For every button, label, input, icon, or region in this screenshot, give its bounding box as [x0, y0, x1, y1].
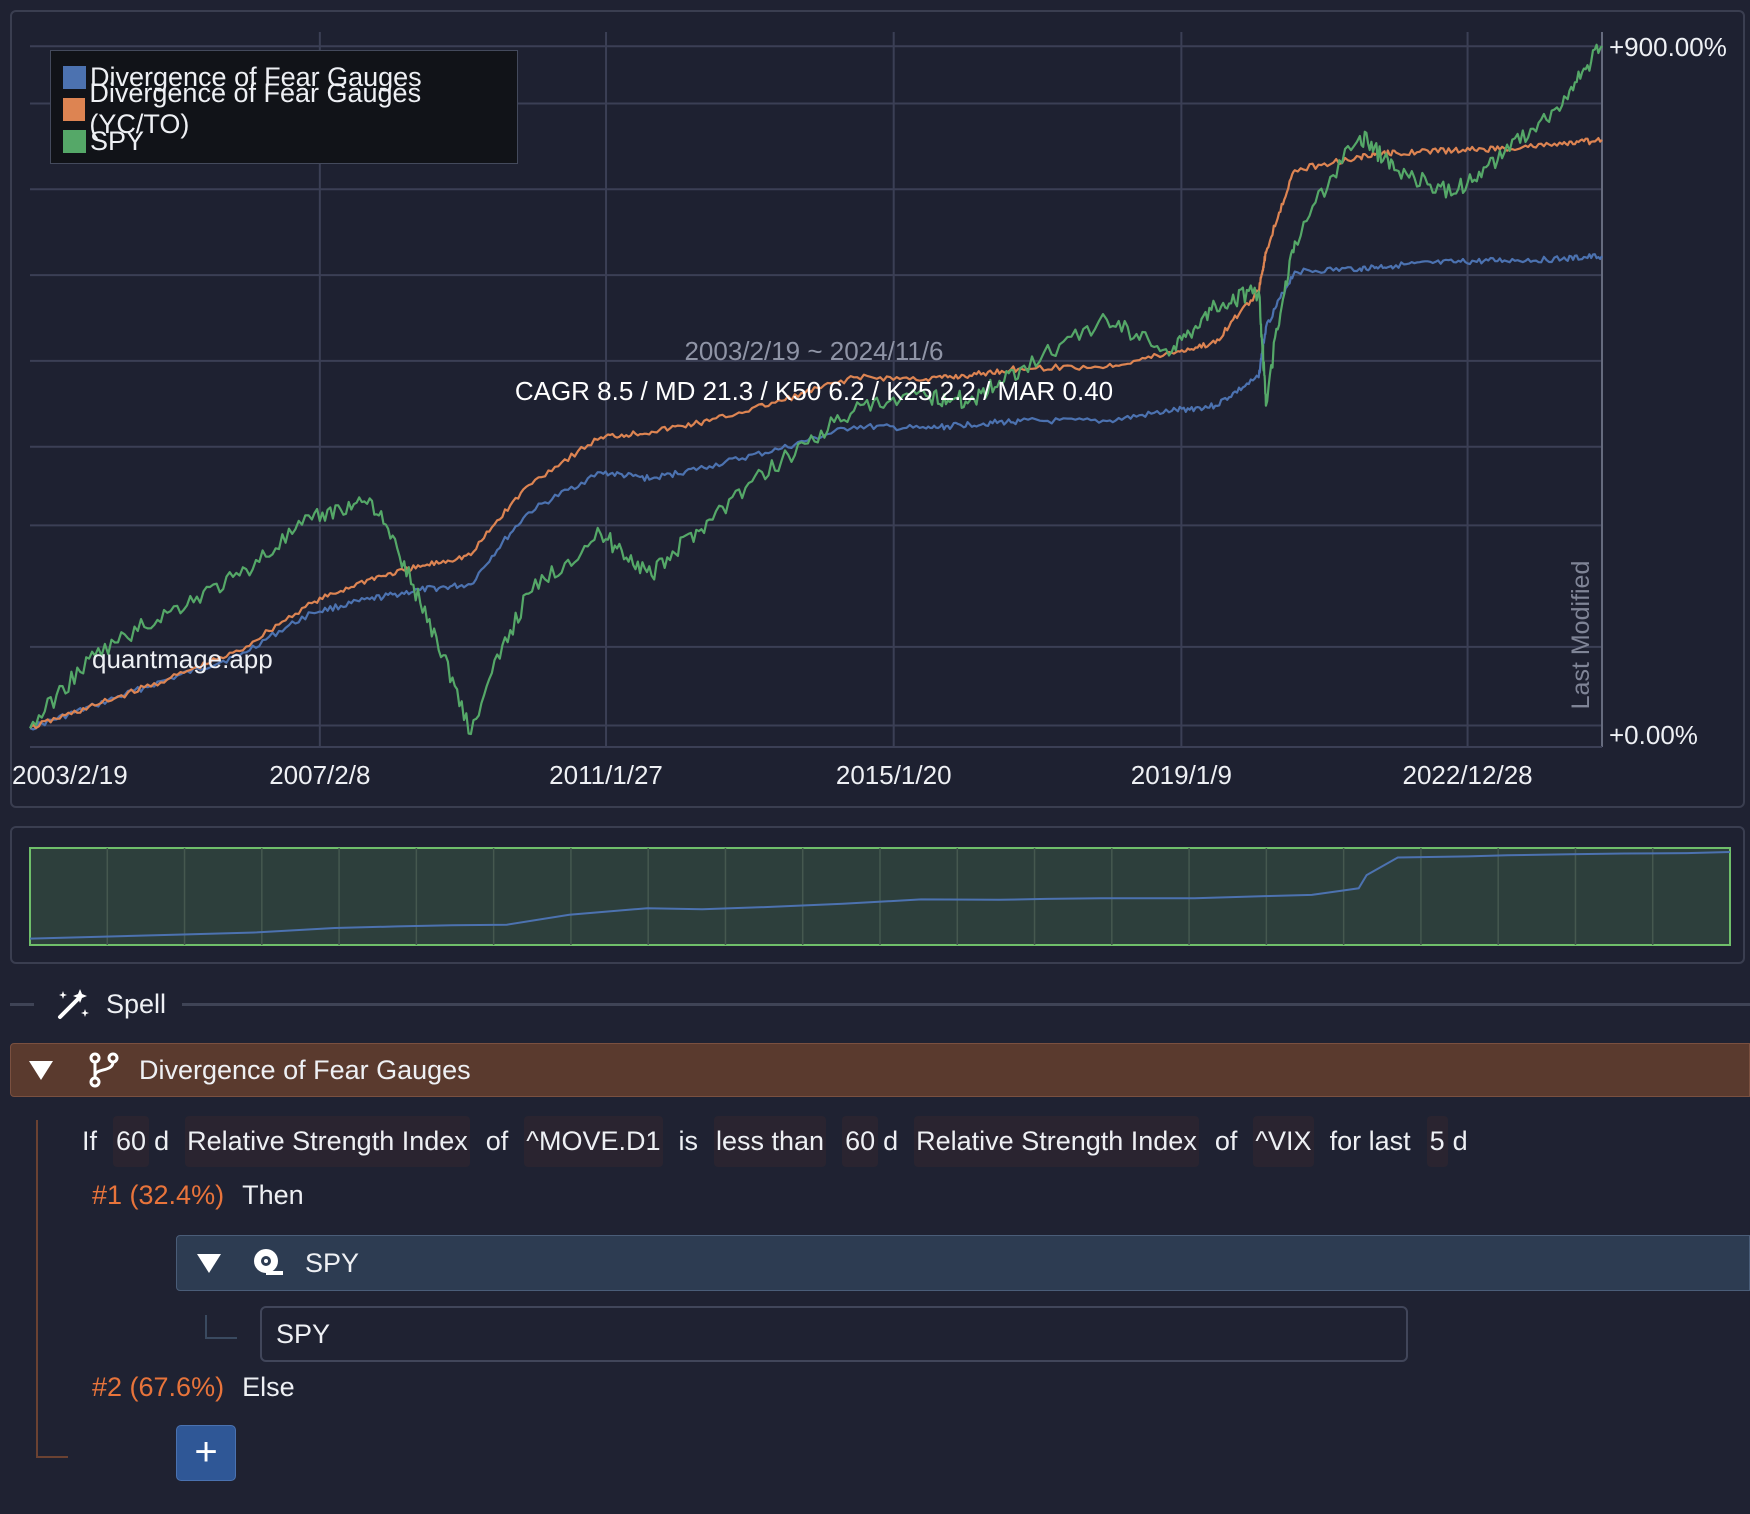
branch-else-label: Else	[242, 1372, 295, 1402]
asset-ticker-icon	[254, 1249, 283, 1275]
group-title: Divergence of Fear Gauges	[139, 1054, 471, 1085]
asset-title: SPY	[305, 1247, 360, 1278]
right-indicator-select[interactable]: Relative Strength Index	[914, 1115, 1199, 1167]
legend-item-strategy-yc-to[interactable]: Divergence of Fear Gauges (YC/TO)	[63, 78, 517, 139]
spell-divider-line-right	[182, 1002, 1750, 1006]
window-unit: d	[1452, 1125, 1468, 1156]
condition-of-keyword-left: of	[485, 1125, 509, 1156]
chart-legend: Divergence of Fear Gauges Divergence of …	[50, 50, 518, 164]
x-tick-label: 2007/2/8	[269, 760, 370, 790]
branch-icon	[89, 1052, 119, 1088]
watermark-text: quantmage.app	[92, 644, 273, 674]
left-period-unit: d	[154, 1125, 170, 1156]
condition-is-keyword: is	[678, 1125, 699, 1156]
x-tick-label: 2019/1/9	[1131, 760, 1232, 790]
magic-wand-icon	[58, 989, 89, 1019]
left-period-field[interactable]: 60	[113, 1115, 150, 1167]
stats-text: CAGR 8.5 / MD 21.3 / K50 6.2 / K25 2.2 /…	[515, 376, 1113, 406]
add-node-button[interactable]: +	[176, 1425, 236, 1481]
last-modified-label: Last Modified	[1567, 561, 1595, 710]
left-ticker-field[interactable]: ^MOVE.D1	[524, 1115, 663, 1167]
branch-then: #1 (32.4%) Then	[92, 1180, 304, 1211]
x-tick-label: 2003/2/19	[12, 760, 128, 790]
legend-label-spy: SPY	[90, 125, 145, 156]
collapse-triangle-icon[interactable]	[29, 1060, 53, 1080]
spell-divider-line-left	[10, 1002, 34, 1006]
legend-label-strategy-yc-to: Divergence of Fear Gauges (YC/TO)	[89, 78, 422, 139]
date-range-text: 2003/2/19 ~ 2024/11/6	[684, 336, 943, 366]
right-ticker-field[interactable]: ^VIX	[1253, 1115, 1314, 1167]
right-period-field[interactable]: 60	[842, 1115, 879, 1167]
equity-chart-panel: 2003/2/19 2007/2/8 2011/1/27 2015/1/20 2019/…	[10, 10, 1745, 808]
y-tick-label: +900.00%	[1609, 32, 1727, 62]
asset-connector	[205, 1315, 237, 1339]
window-field[interactable]: 5	[1426, 1115, 1448, 1167]
x-tick-label: 2011/1/27	[549, 760, 663, 790]
condition-row: If 60 d Relative Strength Index of ^MOVE…	[82, 1114, 1484, 1168]
spell-label: Spell	[106, 988, 167, 1019]
legend-swatch-strategy-yc-to	[63, 97, 86, 121]
legend-swatch-spy	[63, 129, 86, 153]
range-navigator[interactable]	[12, 828, 1747, 966]
condition-for-last-keyword: for last	[1329, 1125, 1411, 1156]
comparator-select[interactable]: less than	[714, 1115, 827, 1167]
asset-node-spy[interactable]: SPY	[176, 1235, 1750, 1291]
tree-connector-vertical	[36, 1120, 38, 1458]
spell-divider: Spell	[10, 980, 1750, 1028]
branch-then-weight: #1 (32.4%)	[92, 1180, 225, 1210]
left-indicator-select[interactable]: Relative Strength Index	[185, 1115, 470, 1167]
x-tick-label: 2022/12/28	[1402, 760, 1532, 790]
x-tick-label: 2015/1/20	[836, 760, 952, 790]
group-header-divergence-of-fear-gauges[interactable]: Divergence of Fear Gauges	[10, 1043, 1750, 1097]
ticker-input[interactable]	[260, 1306, 1408, 1362]
branch-else: #2 (67.6%) Else	[92, 1372, 295, 1403]
right-period-unit: d	[883, 1125, 899, 1156]
range-navigator-panel	[10, 826, 1745, 964]
asset-collapse-triangle-icon[interactable]	[197, 1253, 221, 1273]
tree-connector-horizontal	[36, 1456, 68, 1458]
branch-else-weight: #2 (67.6%)	[92, 1372, 225, 1402]
condition-of-keyword-right: of	[1214, 1125, 1238, 1156]
condition-if-keyword: If	[82, 1125, 98, 1156]
branch-then-label: Then	[242, 1180, 304, 1210]
y-tick-label: +0.00%	[1609, 720, 1698, 750]
legend-swatch-strategy	[63, 65, 86, 89]
